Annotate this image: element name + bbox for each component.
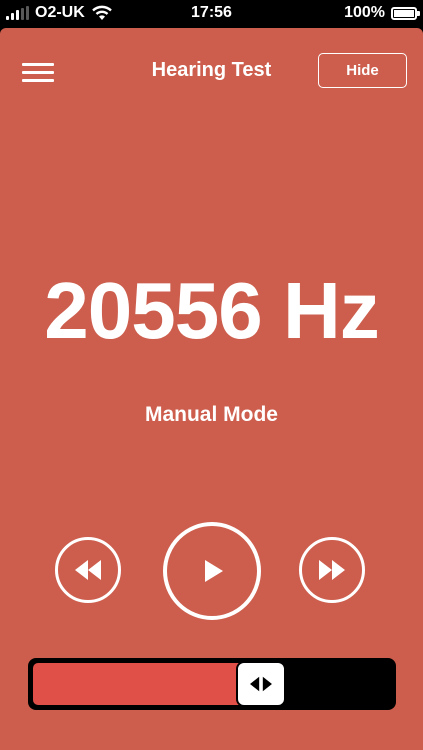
status-bar: O2-UK 17:56 100% bbox=[0, 0, 423, 28]
status-right: 100% bbox=[344, 4, 420, 22]
battery-icon bbox=[391, 6, 420, 20]
battery-percent: 100% bbox=[344, 4, 385, 21]
frequency-reflection: 20556 Hz bbox=[0, 317, 423, 351]
hide-button[interactable]: Hide bbox=[318, 53, 407, 88]
left-right-arrows-icon bbox=[250, 676, 273, 692]
mode-label: Manual Mode bbox=[144, 403, 278, 426]
rewind-button[interactable] bbox=[55, 537, 121, 603]
slider-handle[interactable] bbox=[236, 661, 287, 707]
slider-fill bbox=[33, 663, 241, 705]
fast-forward-icon bbox=[319, 560, 345, 580]
play-icon bbox=[205, 560, 223, 582]
app-screen: Hearing Test Hide 20556 Hz 20556 Hz Manu… bbox=[0, 28, 423, 750]
frequency-slider[interactable] bbox=[28, 658, 396, 710]
fast-forward-button[interactable] bbox=[299, 537, 365, 603]
play-button[interactable] bbox=[163, 522, 261, 620]
rewind-icon bbox=[75, 560, 101, 580]
